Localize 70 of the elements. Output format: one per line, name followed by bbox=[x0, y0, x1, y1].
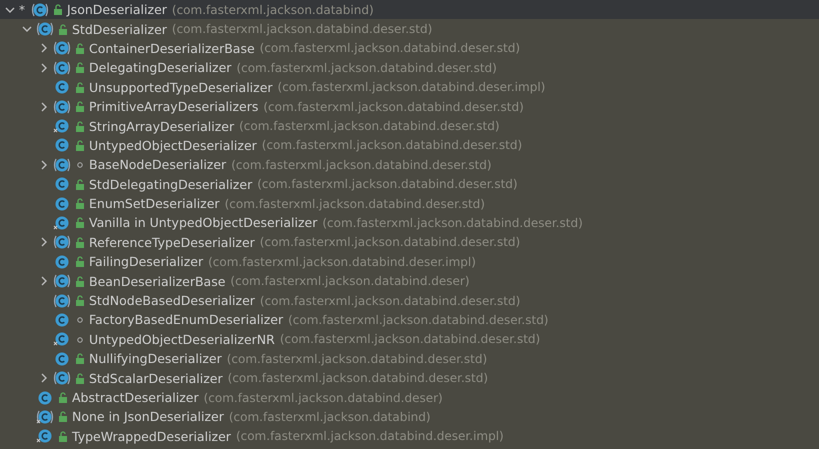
tree-row[interactable]: BaseNodeDeserializer (com.fasterxml.jackson.databind.deser.std) bbox=[0, 155, 819, 175]
package-name: (com.fasterxml.jackson.databind.deser.impl) bbox=[278, 80, 546, 94]
tree-row[interactable]: FailingDeserializer (com.fasterxml.jackson.databind.deser.impl) bbox=[0, 252, 819, 272]
tree-row[interactable]: StdNodeBasedDeserializer (com.fasterxml.jackson.databind.deser.std) bbox=[0, 290, 819, 310]
package-name: (com.fasterxml.jackson.databind.deser.std) bbox=[260, 41, 520, 56]
package-name: (com.fasterxml.jackson.databind.deser.std) bbox=[226, 352, 488, 366]
tree-row[interactable]: * JsonDeserializer (com.fasterxml.jackson.databind) bbox=[0, 0, 819, 20]
package-name: (com.fasterxml.jackson.databind.deser.std) bbox=[288, 312, 548, 327]
tree-row[interactable]: UnsupportedTypeDeserializer (com.fasterxml.jackson.databind.deser.impl) bbox=[0, 78, 819, 97]
package-name: (com.fasterxml.jackson.databind.deser.std) bbox=[224, 196, 485, 211]
package-name: (com.fasterxml.jackson.databind.deser.std) bbox=[322, 216, 583, 230]
class-name: BeanDeserializerBase bbox=[89, 274, 226, 289]
package-name: (com.fasterxml.jackson.databind.deser.std) bbox=[260, 294, 520, 308]
class-name: UntypedObjectDeserializer bbox=[89, 138, 257, 153]
package-name: (com.fasterxml.jackson.databind.deser.std) bbox=[236, 60, 497, 75]
class-name: StringArrayDeserializer bbox=[89, 118, 234, 134]
tree-row[interactable]: Vanilla in UntypedObjectDeserializer (com.fasterxml.jackson.databind.deser.std) bbox=[0, 213, 819, 233]
package-name: (com.fasterxml.jackson.databind.deser.std) bbox=[280, 332, 540, 346]
package-name: (com.fasterxml.jackson.databind.deser.impl) bbox=[236, 429, 504, 444]
tree-row[interactable]: StringArrayDeserializer (com.fasterxml.jackson.databind.deser.std) bbox=[0, 116, 819, 136]
class-name: BaseNodeDeserializer bbox=[89, 157, 226, 172]
class-name: StdScalarDeserializer bbox=[89, 370, 223, 386]
tree-row[interactable]: StdDelegatingDeserializer (com.fasterxml.jackson.databind.deser.std) bbox=[0, 174, 819, 194]
class-name: StdDeserializer bbox=[72, 22, 167, 37]
package-name: (com.fasterxml.jackson.databind.deser) bbox=[204, 390, 443, 404]
class-name: NullifyingDeserializer bbox=[89, 351, 222, 366]
class-name: ContainerDeserializerBase bbox=[89, 40, 255, 56]
tree-row[interactable]: StdDeserializer (com.fasterxml.jackson.databind.deser.std) bbox=[0, 19, 819, 39]
tree-row[interactable]: UntypedObjectDeserializerNR (com.fasterxml.jackson.databind.deser.std) bbox=[0, 330, 819, 350]
tree-row[interactable]: NullifyingDeserializer (com.fasterxml.jackson.databind.deser.std) bbox=[0, 349, 819, 368]
tree-row[interactable]: PrimitiveArrayDeserializers (com.fasterxml.jackson.databind.deser.std) bbox=[0, 96, 819, 116]
package-name: (com.fasterxml.jackson.databind.deser.std) bbox=[263, 100, 524, 114]
tree-row[interactable]: UntypedObjectDeserializer (com.fasterxml.jackson.databind.deser.std) bbox=[0, 136, 819, 156]
class-name: TypeWrappedDeserializer bbox=[72, 428, 231, 444]
class-name: AbstractDeserializer bbox=[72, 390, 199, 405]
class-name: None in JsonDeserializer bbox=[72, 409, 224, 424]
class-name: StdNodeBasedDeserializer bbox=[89, 293, 255, 308]
tree-row[interactable]: FactoryBasedEnumDeserializer (com.fasterxml.jackson.databind.deser.std) bbox=[0, 310, 819, 330]
package-name: (com.fasterxml.jackson.databind.deser.impl) bbox=[208, 254, 476, 269]
package-name: (com.fasterxml.jackson.databind.deser.std) bbox=[239, 119, 500, 134]
class-name: ReferenceTypeDeserializer bbox=[89, 234, 255, 250]
tree-row[interactable]: ReferenceTypeDeserializer (com.fasterxml.jackson.databind.deser.std) bbox=[0, 232, 819, 252]
class-name: PrimitiveArrayDeserializers bbox=[89, 99, 258, 114]
tree-row[interactable]: None in JsonDeserializer (com.fasterxml.jackson.databind) bbox=[0, 407, 819, 427]
tree-row[interactable]: AbstractDeserializer (com.fasterxml.jackson.databind.deser) bbox=[0, 388, 819, 408]
tree-row[interactable]: BeanDeserializerBase (com.fasterxml.jackson.databind.deser) bbox=[0, 271, 819, 291]
class-name: UntypedObjectDeserializerNR bbox=[89, 332, 275, 347]
tree-row[interactable]: StdScalarDeserializer (com.fasterxml.jackson.databind.deser.std) bbox=[0, 368, 819, 388]
class-name: Vanilla in UntypedObjectDeserializer bbox=[89, 215, 318, 230]
class-name: FactoryBasedEnumDeserializer bbox=[89, 312, 284, 328]
package-name: (com.fasterxml.jackson.databind.deser.std) bbox=[172, 22, 432, 36]
tree-row[interactable]: TypeWrappedDeserializer (com.fasterxml.jackson.databind.deser.impl) bbox=[0, 426, 819, 446]
tree-row[interactable]: DelegatingDeserializer (com.fasterxml.jackson.databind.deser.std) bbox=[0, 58, 819, 78]
class-name: StdDelegatingDeserializer bbox=[89, 176, 252, 192]
package-name: (com.fasterxml.jackson.databind) bbox=[228, 410, 431, 424]
class-name: DelegatingDeserializer bbox=[89, 60, 232, 76]
class-name: FailingDeserializer bbox=[89, 254, 204, 270]
package-name: (com.fasterxml.jackson.databind.deser.std) bbox=[231, 158, 492, 172]
package-name: (com.fasterxml.jackson.databind.deser.std) bbox=[260, 235, 520, 250]
package-name: (com.fasterxml.jackson.databind.deser.std) bbox=[228, 371, 488, 386]
class-name: EnumSetDeserializer bbox=[89, 196, 220, 212]
package-name: (com.fasterxml.jackson.databind.deser.std) bbox=[262, 138, 522, 152]
package-name: (com.fasterxml.jackson.databind.deser) bbox=[230, 274, 470, 288]
package-name: (com.fasterxml.jackson.databind) bbox=[172, 2, 374, 17]
package-name: (com.fasterxml.jackson.databind.deser.std) bbox=[257, 177, 518, 192]
tree-row[interactable]: EnumSetDeserializer (com.fasterxml.jackson.databind.deser.std) bbox=[0, 194, 819, 214]
tree-row[interactable]: ContainerDeserializerBase (com.fasterxml.jackson.databind.deser.std) bbox=[0, 38, 819, 58]
marker-text: * bbox=[19, 2, 26, 17]
class-name: JsonDeserializer bbox=[67, 2, 167, 18]
class-name: UnsupportedTypeDeserializer bbox=[89, 80, 273, 95]
